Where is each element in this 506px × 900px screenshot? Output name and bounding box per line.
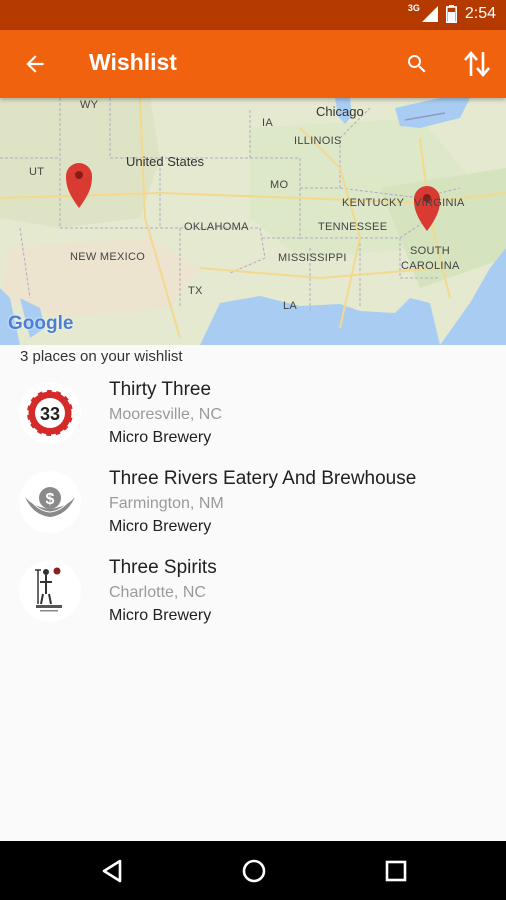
map-label-ia: IA [262,117,273,129]
svg-text:$: $ [46,491,55,508]
three-spirits-logo-icon [35,567,62,612]
item-type: Micro Brewery [109,429,212,446]
recents-square-icon[interactable] [382,857,410,885]
thirty-three-logo-icon: 33 [25,388,75,438]
map-label-wy: WY [80,99,99,111]
sort-icon[interactable] [462,49,492,79]
map-label-la: LA [283,300,298,312]
arrow-back-icon[interactable] [22,51,48,77]
three-rivers-logo-icon: $ [25,487,75,517]
search-icon[interactable] [405,52,429,76]
navigation-bar [0,841,506,900]
item-location: Charlotte, NC [109,584,206,601]
map-label-ut: UT [29,166,45,178]
avatar-three-rivers: $ [19,471,81,533]
map-label-carolina: CAROLINA [401,260,460,272]
status-bar: 3G 2:54 [0,0,506,30]
avatar-three-spirits [19,560,81,622]
map-label-tennessee: TENNESSEE [318,221,388,233]
map-label-illinois: ILLINOIS [294,135,342,147]
page-title: Wishlist [89,49,177,75]
list-item-three-spirits[interactable]: Three Spirits Charlotte, NC Micro Brewer… [0,557,506,646]
item-type: Micro Brewery [109,607,212,624]
item-name: Three Spirits [109,557,217,578]
app-bar: Wishlist [0,30,506,98]
map-label-tx: TX [188,285,203,297]
map-label-new-mexico: NEW MEXICO [70,251,146,263]
list-item-thirty-three[interactable]: 33 Thirty Three Mooresville, NC Micro Br… [0,379,506,468]
map-label-mississippi: MISSISSIPPI [278,252,347,264]
item-location: Farmington, NM [109,495,224,512]
map-label-chicago: Chicago [316,104,364,119]
list-item-three-rivers[interactable]: $ Three Rivers Eatery And Brewhouse Farm… [0,468,506,557]
item-name: Thirty Three [109,379,212,400]
map-label-kentucky: KENTUCKY [342,197,405,209]
item-name: Three Rivers Eatery And Brewhouse [109,468,417,489]
item-location: Mooresville, NC [109,406,222,423]
map-terrain [0,98,506,345]
wishlist-count: 3 places on your wishlist [20,348,183,365]
map-label-virginia: VIRGINIA [414,197,465,209]
status-time: 2:54 [464,5,496,22]
map-label-oklahoma: OKLAHOMA [184,221,249,233]
svg-text:33: 33 [40,404,60,424]
home-circle-icon[interactable] [240,857,268,885]
map-label-mo: MO [270,179,289,191]
map-view[interactable]: WY IA Chicago ILLINOIS UT United States … [0,98,506,345]
battery-icon [445,5,457,23]
google-logo: Google [8,313,74,334]
item-type: Micro Brewery [109,518,212,535]
network-type-label: 3G [407,3,420,13]
back-triangle-icon[interactable] [98,857,126,885]
map-label-united-states: United States [126,154,205,169]
avatar-thirty-three: 33 [19,382,81,444]
map-label-south: SOUTH [410,245,450,257]
signal-icon [421,6,438,22]
